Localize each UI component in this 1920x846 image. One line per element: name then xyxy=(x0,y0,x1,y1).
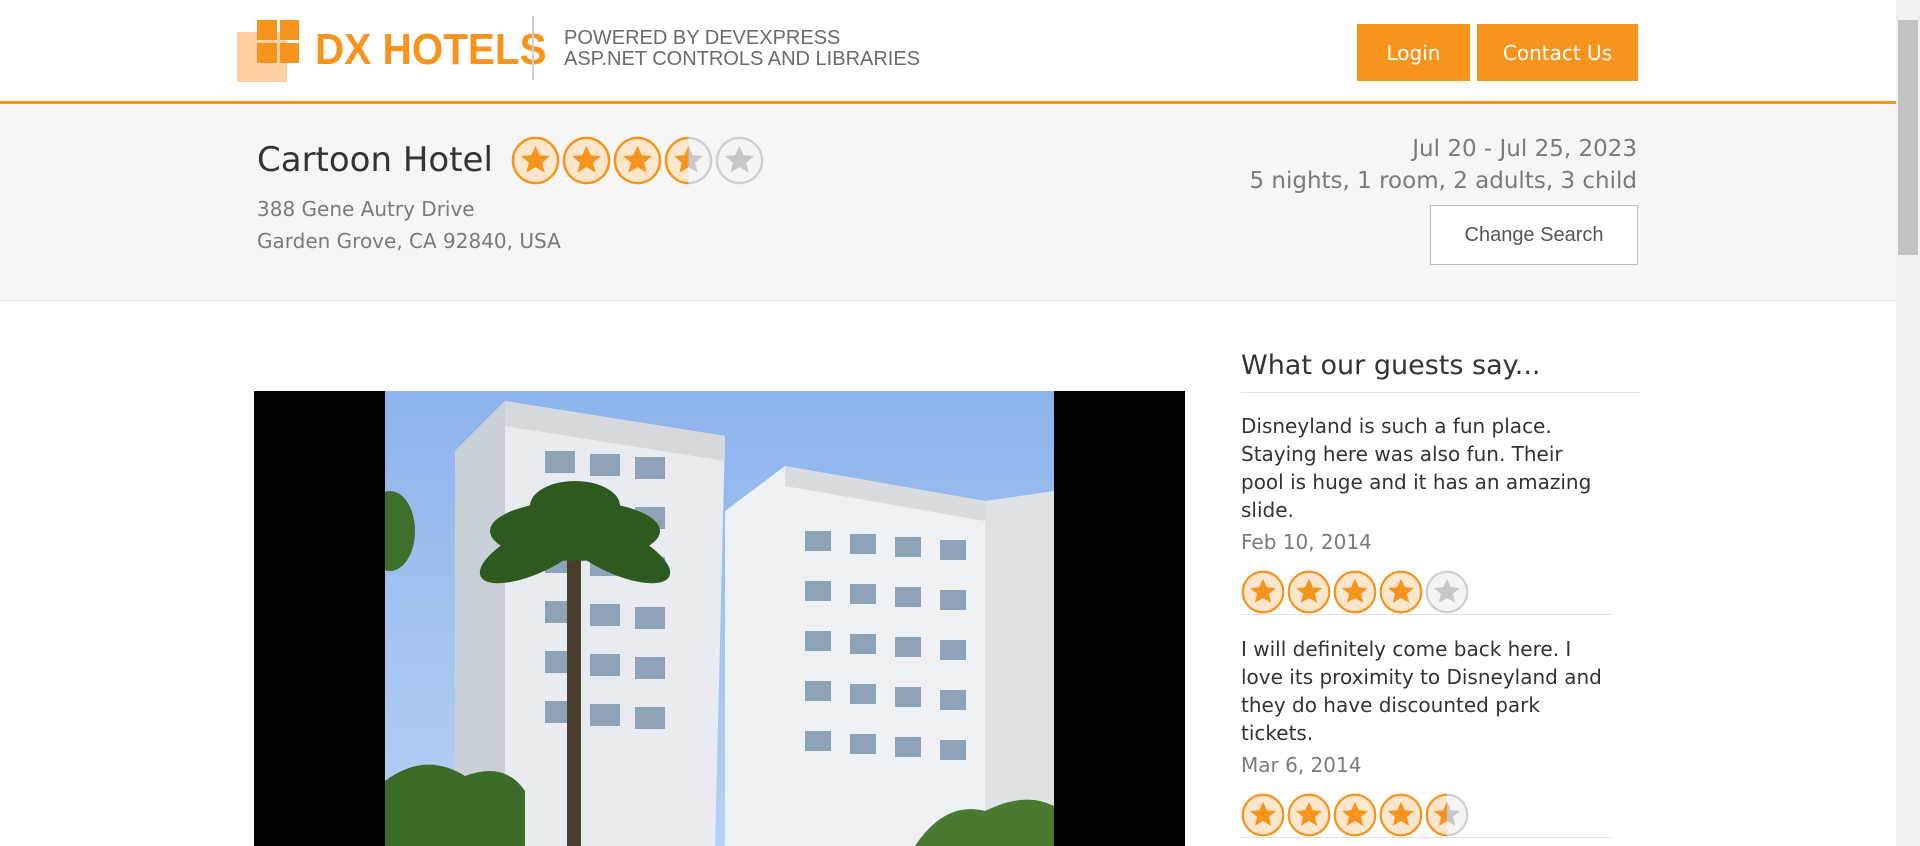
star-icon xyxy=(1287,570,1331,614)
powered-line-2: ASP.NET CONTROLS AND LIBRARIES xyxy=(564,48,921,70)
logo-divider xyxy=(532,16,534,80)
review-rating xyxy=(1241,570,1611,614)
star-icon xyxy=(1241,793,1285,837)
hotel-info-band: Cartoon Hotel 388 Gene Autry Drive Garde… xyxy=(0,104,1896,301)
star-icon xyxy=(715,136,764,185)
address-line-2: Garden Grove, CA 92840, USA xyxy=(257,229,561,253)
star-icon xyxy=(1333,570,1377,614)
review-text: Disneyland is such a fun place. Staying … xyxy=(1241,414,1592,522)
review-rating xyxy=(1241,793,1611,837)
powered-by: POWERED BY DEVEXPRESS ASP.NET CONTROLS A… xyxy=(564,28,920,70)
contact-us-button[interactable]: Contact Us xyxy=(1477,24,1638,81)
review-text: I will definitely come back here. I love… xyxy=(1241,637,1602,745)
review-item: I will definitely come back here. I love… xyxy=(1241,635,1611,837)
review-divider xyxy=(1241,837,1611,838)
star-icon xyxy=(613,136,662,185)
star-icon xyxy=(1379,570,1423,614)
hotel-building-photo-icon xyxy=(385,391,1054,846)
star-icon xyxy=(511,136,560,185)
logo-icon xyxy=(237,20,299,82)
review-date: Feb 10, 2014 xyxy=(1241,530,1372,554)
hotel-photo[interactable] xyxy=(254,391,1185,846)
star-icon xyxy=(1425,570,1469,614)
review-divider xyxy=(1241,614,1611,615)
address-line-1: 388 Gene Autry Drive xyxy=(257,197,475,221)
site-logo[interactable]: DX HOTELS xyxy=(237,18,567,82)
hotel-name: Cartoon Hotel xyxy=(257,140,493,180)
scrollbar-thumb[interactable] xyxy=(1898,20,1918,255)
reviews-divider xyxy=(1241,392,1640,393)
change-search-button[interactable]: Change Search xyxy=(1430,205,1638,265)
login-button[interactable]: Login xyxy=(1357,24,1470,81)
star-icon xyxy=(1425,793,1469,837)
star-icon xyxy=(562,136,611,185)
site-header: DX HOTELS POWERED BY DEVEXPRESS ASP.NET … xyxy=(0,0,1896,104)
page-scrollbar[interactable] xyxy=(1896,0,1920,846)
star-icon xyxy=(664,136,713,185)
review-item: Disneyland is such a fun place. Staying … xyxy=(1241,412,1611,614)
stay-summary: 5 nights, 1 room, 2 adults, 3 child xyxy=(1249,168,1637,194)
powered-line-1: POWERED BY DEVEXPRESS xyxy=(564,27,841,49)
stay-dates: Jul 20 - Jul 25, 2023 xyxy=(1412,136,1637,162)
star-icon xyxy=(1241,570,1285,614)
reviews-heading: What our guests say... xyxy=(1241,350,1541,381)
hotel-rating xyxy=(511,136,764,185)
star-icon xyxy=(1379,793,1423,837)
brand-name: DX HOTELS xyxy=(315,25,547,74)
star-icon xyxy=(1333,793,1377,837)
star-icon xyxy=(1287,793,1331,837)
review-date: Mar 6, 2014 xyxy=(1241,753,1362,777)
